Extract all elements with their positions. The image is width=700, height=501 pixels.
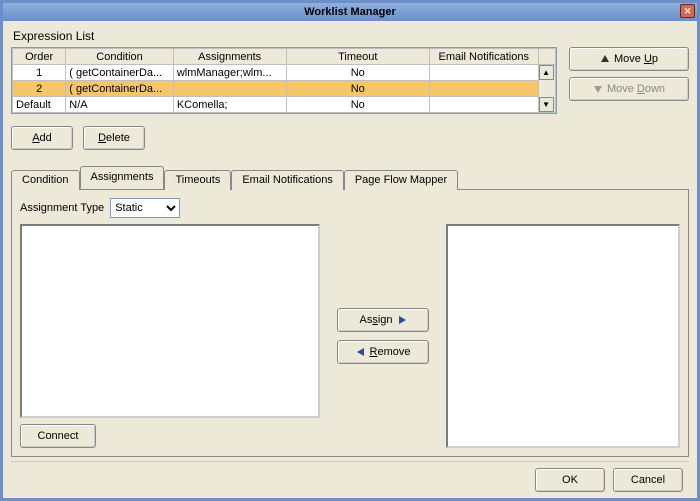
connect-button[interactable]: Connect [20, 424, 96, 448]
arrow-right-icon [397, 315, 407, 325]
table-row[interactable]: Default N/A KComella; No [13, 97, 556, 113]
col-header-condition[interactable]: Condition [66, 49, 174, 65]
assign-button[interactable]: Assign [337, 308, 429, 332]
col-header-email[interactable]: Email Notifications [429, 49, 538, 65]
tab-timeouts[interactable]: Timeouts [164, 170, 231, 190]
content-area: Expression List Order Condition Assignme… [3, 21, 697, 498]
move-up-button[interactable]: Move Up [569, 47, 689, 71]
table-header-row: Order Condition Assignments Timeout Emai… [13, 49, 556, 65]
assigned-list[interactable] [446, 224, 680, 448]
tab-condition[interactable]: Condition [11, 170, 80, 190]
tab-assignments[interactable]: Assignments [80, 166, 165, 189]
cell-order: Default [13, 97, 66, 113]
move-down-button[interactable]: Move Down [569, 77, 689, 101]
col-header-timeout[interactable]: Timeout [286, 49, 429, 65]
cell-order: 2 [13, 81, 66, 97]
tab-page-flow-mapper[interactable]: Page Flow Mapper [344, 170, 458, 190]
cell-order: 1 [13, 65, 66, 81]
col-header-order[interactable]: Order [13, 49, 66, 65]
scroll-down-icon[interactable]: ▼ [539, 97, 554, 112]
cell-condition: ( getContainerDa... [66, 81, 174, 97]
arrow-left-icon [356, 347, 366, 357]
table-row[interactable]: 2 ( getContainerDa... No [13, 81, 556, 97]
remove-button[interactable]: Remove [337, 340, 429, 364]
cell-timeout: No [286, 97, 429, 113]
col-header-assignments[interactable]: Assignments [173, 49, 286, 65]
scroll-up-icon[interactable]: ▲ [539, 65, 554, 80]
titlebar: Worklist Manager ✕ [3, 3, 697, 21]
cell-assignments: wlmManager;wlm... [173, 65, 286, 81]
cell-email [429, 97, 538, 113]
cell-condition: N/A [66, 97, 174, 113]
cell-timeout: No [286, 81, 429, 97]
cell-assignments [173, 81, 286, 97]
assignment-type-label: Assignment Type [20, 202, 104, 214]
window-title: Worklist Manager [304, 6, 396, 18]
ok-button[interactable]: OK [535, 468, 605, 492]
cancel-button[interactable]: Cancel [613, 468, 683, 492]
cell-email [429, 81, 538, 97]
tab-email-notifications[interactable]: Email Notifications [231, 170, 343, 190]
assignments-panel: Assignment Type Static Connect Assign [11, 189, 689, 457]
assignment-type-select[interactable]: Static [110, 198, 180, 218]
col-header-scroll [538, 49, 555, 65]
available-list[interactable] [20, 224, 320, 418]
expression-table[interactable]: Order Condition Assignments Timeout Emai… [11, 47, 557, 114]
arrow-up-icon [600, 54, 610, 64]
dialog-button-bar: OK Cancel [11, 461, 689, 494]
add-button[interactable]: Add [11, 126, 73, 150]
cell-timeout: No [286, 65, 429, 81]
cell-email [429, 65, 538, 81]
tab-bar: Condition Assignments Timeouts Email Not… [11, 166, 689, 189]
cell-condition: ( getContainerDa... [66, 65, 174, 81]
close-icon[interactable]: ✕ [680, 4, 695, 18]
expression-list-label: Expression List [13, 29, 689, 43]
cell-assignments: KComella; [173, 97, 286, 113]
arrow-down-icon [593, 84, 603, 94]
table-row[interactable]: 1 ( getContainerDa... wlmManager;wlm... … [13, 65, 556, 81]
delete-button[interactable]: Delete [83, 126, 145, 150]
